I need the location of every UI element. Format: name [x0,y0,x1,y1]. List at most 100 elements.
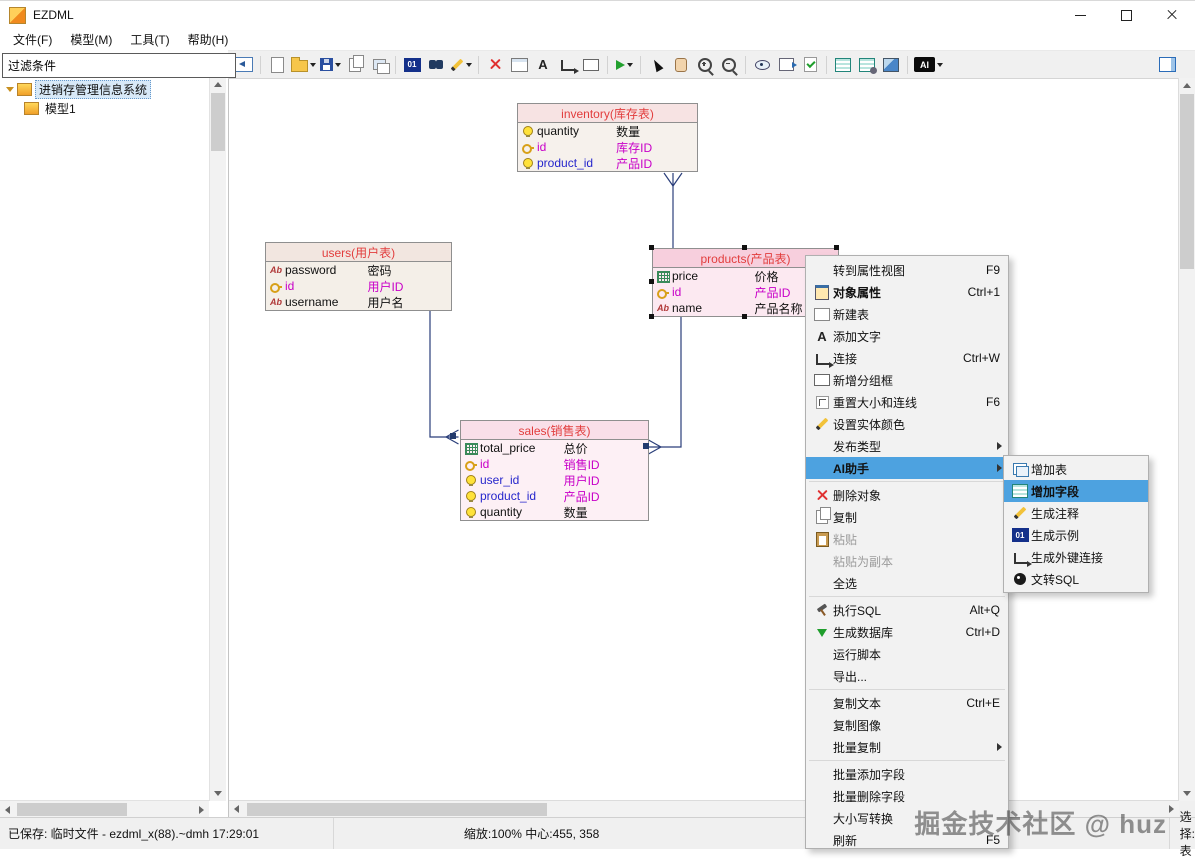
menu-item-add-text[interactable]: A 添加文字 [806,325,1008,347]
scrollbar-thumb[interactable] [1180,94,1194,269]
menu-item-paste-as-copy[interactable]: 粘贴为副本 [806,550,1008,572]
menu-help[interactable]: 帮助(H) [179,29,238,50]
connection-anchor[interactable] [450,433,456,439]
selection-handle[interactable] [649,314,654,319]
run-button[interactable] [613,54,635,76]
table-title[interactable]: users(用户表) [266,243,451,262]
field-row-password[interactable]: Ab password 密码 [266,262,451,278]
ai-assistant-button[interactable]: AI [913,54,944,76]
menu-item-batch-add-fields[interactable]: 批量添加字段 [806,763,1008,785]
field-row-total-price[interactable]: total_price 总价 [461,440,648,456]
menu-item-copy[interactable]: 复制 [806,506,1008,528]
add-text-button[interactable]: A [532,54,554,76]
selection-handle[interactable] [649,279,654,284]
scroll-down-button[interactable] [1179,786,1195,801]
cascade-windows-button[interactable] [368,54,390,76]
scrollbar-thumb[interactable] [211,93,225,151]
copy-model-button[interactable] [344,54,366,76]
pan-hand-button[interactable] [670,54,692,76]
tree-item-model1[interactable]: 模型1 [0,99,228,118]
export-model-button[interactable] [775,54,797,76]
find-button[interactable] [425,54,447,76]
table-users[interactable]: users(用户表) Ab password 密码 id 用户ID Ab use… [265,242,452,311]
scroll-left-button[interactable] [229,801,244,817]
submenu-item-add-field[interactable]: 增加字段 [1004,480,1148,502]
maximize-button[interactable] [1103,1,1149,29]
zoom-out-button[interactable] [718,54,740,76]
scroll-up-button[interactable] [210,77,226,92]
menu-item-goto-properties-view[interactable]: 转到属性视图 F9 [806,259,1008,281]
menu-item-batch-copy[interactable]: 批量复制 [806,736,1008,758]
menu-file[interactable]: 文件(F) [4,29,61,50]
add-group-box-button[interactable] [580,54,602,76]
filter-input[interactable] [2,53,236,78]
menu-item-object-properties[interactable]: 对象属性 Ctrl+1 [806,281,1008,303]
menu-item-new-table[interactable]: 新建表 [806,303,1008,325]
field-row-quantity[interactable]: quantity 数量 [461,504,648,520]
sidebar-vertical-scrollbar[interactable] [209,77,226,801]
menu-item-ai-assistant[interactable]: AI助手 [806,457,1008,479]
menu-item-publish-type[interactable]: 发布类型 [806,435,1008,457]
preview-button[interactable] [751,54,773,76]
menu-item-reset-size-lines[interactable]: 重置大小和连线 F6 [806,391,1008,413]
menu-model[interactable]: 模型(M) [61,29,121,50]
new-table-button[interactable] [508,54,530,76]
panel-layout-button[interactable] [1156,54,1178,76]
edit-color-button[interactable] [449,54,473,76]
model-grid-button[interactable] [832,54,854,76]
new-model-button[interactable] [266,54,288,76]
scroll-down-button[interactable] [210,786,226,801]
select-pointer-button[interactable] [646,54,668,76]
tree-item-label[interactable]: 模型1 [42,100,79,117]
menu-item-add-group-box[interactable]: 新增分组框 [806,369,1008,391]
submenu-item-add-table[interactable]: 增加表 [1004,458,1148,480]
selection-handle[interactable] [742,245,747,250]
menu-tools[interactable]: 工具(T) [121,29,178,50]
diagram-canvas[interactable] [229,78,1195,818]
scrollbar-thumb[interactable] [17,803,127,816]
menu-item-copy-text[interactable]: 复制文本 Ctrl+E [806,692,1008,714]
menu-item-execute-sql[interactable]: 执行SQL Alt+Q [806,599,1008,621]
field-row-username[interactable]: Ab username 用户名 [266,294,451,310]
menu-item-select-all[interactable]: 全选 [806,572,1008,594]
table-sales[interactable]: sales(销售表) total_price 总价 id 销售ID user_i… [460,420,649,521]
add-connection-button[interactable] [556,54,579,76]
open-model-button[interactable] [290,54,317,76]
submenu-item-generate-fk-connections[interactable]: 生成外键连接 [1004,546,1148,568]
canvas-vertical-scrollbar[interactable] [1178,78,1195,801]
field-row-quantity[interactable]: quantity 数量 [518,123,697,139]
menu-item-run-script[interactable]: 运行脚本 [806,643,1008,665]
menu-item-generate-database[interactable]: 生成数据库 Ctrl+D [806,621,1008,643]
scroll-up-button[interactable] [1179,78,1195,93]
scroll-right-button[interactable] [194,801,209,818]
selection-handle[interactable] [649,245,654,250]
expander-icon[interactable] [6,87,14,92]
scrollbar-thumb[interactable] [247,803,547,816]
connection-anchor[interactable] [643,443,649,449]
model-grid-settings-button[interactable] [856,54,878,76]
submenu-item-generate-comments[interactable]: 生成注释 [1004,502,1148,524]
field-row-product-id[interactable]: product_id 产品ID [461,488,648,504]
field-row-id[interactable]: id 用户ID [266,278,451,294]
minimize-button[interactable] [1057,1,1103,29]
previous-diagram-button[interactable] [233,54,255,76]
zoom-in-button[interactable] [694,54,716,76]
table-inventory[interactable]: inventory(库存表) quantity 数量 id 库存ID produ… [517,103,698,172]
menu-item-paste[interactable]: 粘贴 [806,528,1008,550]
diagram-image-button[interactable] [880,54,902,76]
scroll-left-button[interactable] [0,801,15,818]
table-title[interactable]: inventory(库存表) [518,104,697,123]
submenu-item-generate-samples[interactable]: 01 生成示例 [1004,524,1148,546]
selection-handle[interactable] [834,245,839,250]
check-script-button[interactable] [799,54,821,76]
submenu-item-text-to-sql[interactable]: 文转SQL [1004,568,1148,590]
menu-item-delete-object[interactable]: 删除对象 [806,484,1008,506]
field-row-id[interactable]: id 库存ID [518,139,697,155]
field-row-id[interactable]: id 销售ID [461,456,648,472]
menu-item-set-entity-color[interactable]: 设置实体颜色 [806,413,1008,435]
menu-item-copy-image[interactable]: 复制图像 [806,714,1008,736]
field-row-product-id[interactable]: product_id 产品ID [518,155,697,171]
selection-handle[interactable] [742,314,747,319]
menu-item-connect[interactable]: 连接 Ctrl+W [806,347,1008,369]
menu-item-export[interactable]: 导出... [806,665,1008,687]
